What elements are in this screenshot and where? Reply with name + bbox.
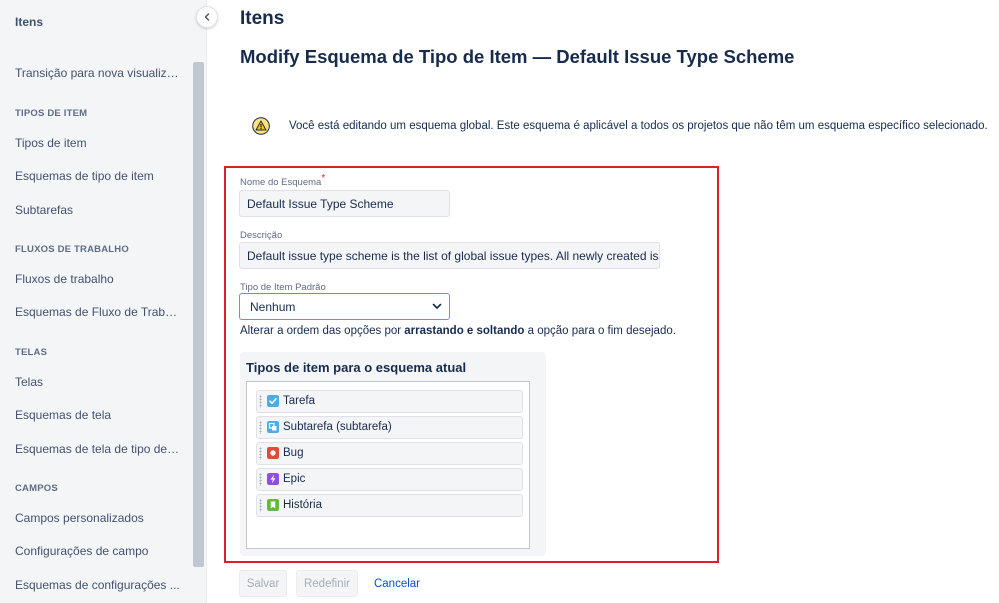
issue-type-label: Subtarefa (subtarefa) bbox=[283, 421, 392, 433]
page-title: Itens bbox=[240, 8, 285, 29]
drag-handle-icon[interactable] bbox=[259, 447, 262, 460]
subtask-icon bbox=[267, 421, 279, 433]
description-label: Descrição bbox=[240, 230, 283, 241]
default-issue-type-select[interactable]: Nenhum bbox=[239, 293, 450, 320]
issue-type-label: Tarefa bbox=[283, 395, 315, 407]
sidebar-item-field-configurations[interactable]: Configurações de campo bbox=[15, 544, 180, 558]
sidebar-item-issue-type-screen-schemes[interactable]: Esquemas de tela de tipo de ... bbox=[15, 442, 180, 456]
sidebar-section-issue-types: TIPOS DE ITEM bbox=[15, 108, 88, 119]
drag-handle-icon[interactable] bbox=[259, 473, 262, 486]
sidebar-item-subtasks[interactable]: Subtarefas bbox=[15, 203, 180, 217]
issue-type-label: História bbox=[283, 499, 322, 511]
scheme-name-input[interactable]: Default Issue Type Scheme bbox=[239, 190, 450, 217]
sidebar-item-issue-types[interactable]: Tipos de item bbox=[15, 136, 180, 150]
collapse-sidebar-button[interactable] bbox=[196, 6, 218, 28]
sidebar-item-workflow-schemes[interactable]: Esquemas de Fluxo de Trabal... bbox=[15, 305, 180, 319]
default-issue-type-value: Nenhum bbox=[250, 300, 296, 314]
issue-type-item-historia[interactable]: História bbox=[256, 494, 523, 517]
bookmark-icon bbox=[267, 499, 279, 511]
save-button[interactable]: Salvar bbox=[239, 570, 287, 597]
sidebar-section-fields: CAMPOS bbox=[15, 483, 58, 494]
sidebar-item-issue-type-schemes[interactable]: Esquemas de tipo de item bbox=[15, 169, 180, 183]
reorder-helper-text: Alterar a ordem das opções por arrastand… bbox=[240, 325, 676, 337]
sidebar-scrollbar[interactable] bbox=[193, 62, 204, 567]
sidebar-title: Itens bbox=[15, 15, 44, 29]
sidebar-item-custom-fields[interactable]: Campos personalizados bbox=[15, 511, 180, 525]
sidebar: Itens Transição para nova visualiza... T… bbox=[0, 0, 207, 603]
reset-button[interactable]: Redefinir bbox=[296, 570, 358, 597]
bug-icon bbox=[267, 447, 279, 459]
cancel-link[interactable]: Cancelar bbox=[368, 570, 426, 597]
default-issue-type-label: Tipo de Item Padrão bbox=[240, 282, 326, 293]
check-icon bbox=[267, 395, 279, 407]
global-scheme-warning: Você está editando um esquema global. Es… bbox=[289, 120, 988, 132]
page-subtitle: Modify Esquema de Tipo de Item — Default… bbox=[240, 46, 795, 67]
drag-handle-icon[interactable] bbox=[259, 395, 262, 408]
scheme-name-label: Nome do Esquema* bbox=[240, 173, 326, 188]
sidebar-item-screen-schemes[interactable]: Esquemas de tela bbox=[15, 408, 180, 422]
current-issue-types-title: Tipos de item para o esquema atual bbox=[246, 360, 467, 375]
issue-type-item-epic[interactable]: Epic bbox=[256, 468, 523, 491]
sidebar-item-screens[interactable]: Telas bbox=[15, 375, 180, 389]
sidebar-item-transition[interactable]: Transição para nova visualiza... bbox=[15, 66, 180, 80]
chevron-left-icon bbox=[204, 13, 210, 21]
issue-type-item-tarefa[interactable]: Tarefa bbox=[256, 390, 523, 413]
required-marker: * bbox=[321, 173, 326, 184]
sidebar-section-screens: TELAS bbox=[15, 347, 48, 358]
description-input[interactable]: Default issue type scheme is the list of… bbox=[239, 242, 660, 269]
issue-type-label: Bug bbox=[283, 447, 304, 459]
warning-icon bbox=[252, 117, 270, 135]
issue-type-item-subtarefa[interactable]: Subtarefa (subtarefa) bbox=[256, 416, 523, 439]
drag-handle-icon[interactable] bbox=[259, 499, 262, 512]
sidebar-section-workflows: FLUXOS DE TRABALHO bbox=[15, 244, 129, 255]
issue-type-label: Epic bbox=[283, 473, 306, 485]
issue-type-item-bug[interactable]: Bug bbox=[256, 442, 523, 465]
lightning-icon bbox=[267, 473, 279, 485]
sidebar-item-workflows[interactable]: Fluxos de trabalho bbox=[15, 272, 180, 286]
chevron-down-icon bbox=[432, 303, 442, 309]
issue-types-drop-zone[interactable]: Tarefa Subtarefa (subtarefa) Bug Epic Hi… bbox=[246, 381, 530, 549]
current-issue-types-panel: Tipos de item para o esquema atual Taref… bbox=[240, 352, 546, 556]
drag-handle-icon[interactable] bbox=[259, 421, 262, 434]
sidebar-item-field-config-schemes[interactable]: Esquemas de configurações ... bbox=[15, 578, 180, 592]
